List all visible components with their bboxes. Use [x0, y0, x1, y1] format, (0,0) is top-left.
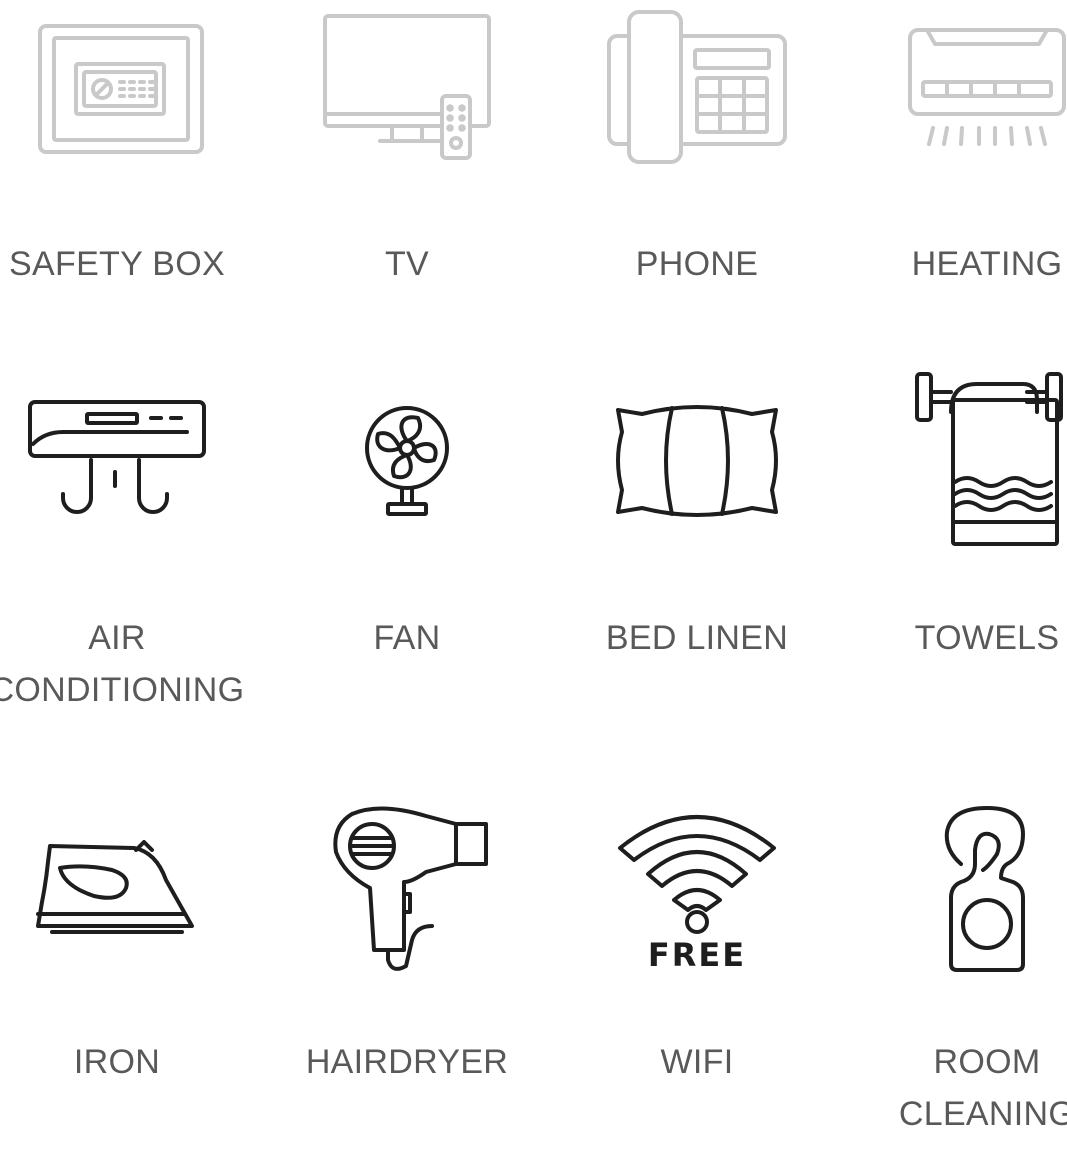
amenity-iron: IRON: [0, 800, 262, 1160]
amenity-label: AIR CONDITIONING: [0, 619, 245, 709]
amenity-heating: HEATING: [842, 0, 1067, 360]
amenity-label: WIFI: [660, 1043, 734, 1081]
hairdryer-icon: [333, 806, 488, 971]
amenity-label: TV: [384, 245, 430, 283]
amenity-label: IRON: [73, 1043, 161, 1081]
amenity-bed-linen: BED LINEN: [552, 374, 842, 734]
phone-icon: [607, 10, 787, 164]
amenity-label: SAFETY BOX: [9, 245, 225, 283]
amenity-tv: TV: [262, 0, 552, 360]
fan-icon: [365, 406, 449, 516]
amenity-fan: FAN: [262, 374, 552, 734]
amenity-label: FAN: [373, 619, 441, 657]
amenity-room-cleaning: ROOM CLEANING: [842, 800, 1067, 1160]
wifi-icon: FREE: [618, 815, 776, 974]
iron-icon: [36, 840, 194, 934]
amenity-safety-box: SAFETY BOX: [0, 0, 262, 360]
safety-box-icon: [38, 24, 204, 154]
amenity-air-conditioning: AIR CONDITIONING: [0, 374, 262, 734]
amenity-label: HEATING: [911, 245, 1063, 283]
wifi-free-text: FREE: [648, 936, 746, 974]
heating-icon: [908, 28, 1066, 146]
pillow-icon: [616, 405, 778, 517]
amenity-towels: TOWELS: [842, 372, 1067, 734]
towel-icon: [915, 372, 1063, 546]
amenity-label: TOWELS: [914, 619, 1060, 657]
door-hanger-icon: [944, 806, 1025, 972]
tv-icon: [323, 14, 491, 160]
air-conditioning-icon: [28, 400, 206, 514]
amenity-hairdryer: HAIRDRYER: [262, 800, 552, 1160]
amenity-label: ROOM CLEANING: [898, 1043, 1067, 1133]
amenity-wifi: FREE WIFI: [552, 800, 842, 1160]
amenity-label: HAIRDRYER: [305, 1043, 509, 1081]
amenities-grid: SAFETY BOX TV PHONE HEATING AIR CONDITIO…: [0, 0, 1067, 1133]
amenity-phone: PHONE: [552, 0, 842, 360]
amenity-label: PHONE: [635, 245, 759, 283]
amenity-label: BED LINEN: [605, 619, 789, 657]
